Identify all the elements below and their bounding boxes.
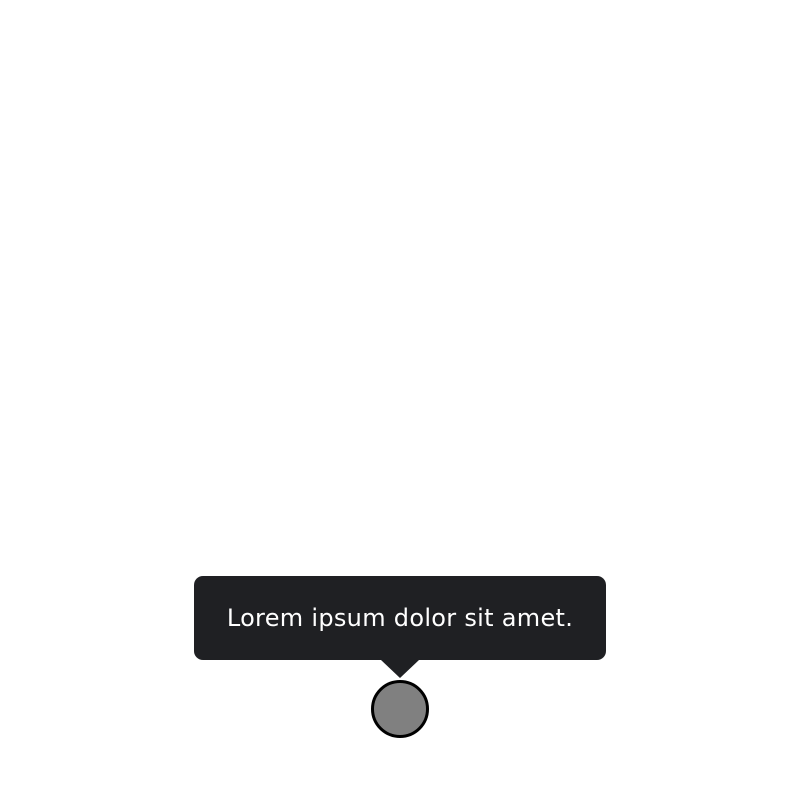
tooltip: Lorem ipsum dolor sit amet. <box>194 576 606 678</box>
tooltip-anchor-circle[interactable] <box>371 680 429 738</box>
tooltip-text: Lorem ipsum dolor sit amet. <box>226 604 574 632</box>
tooltip-arrow <box>381 660 419 678</box>
